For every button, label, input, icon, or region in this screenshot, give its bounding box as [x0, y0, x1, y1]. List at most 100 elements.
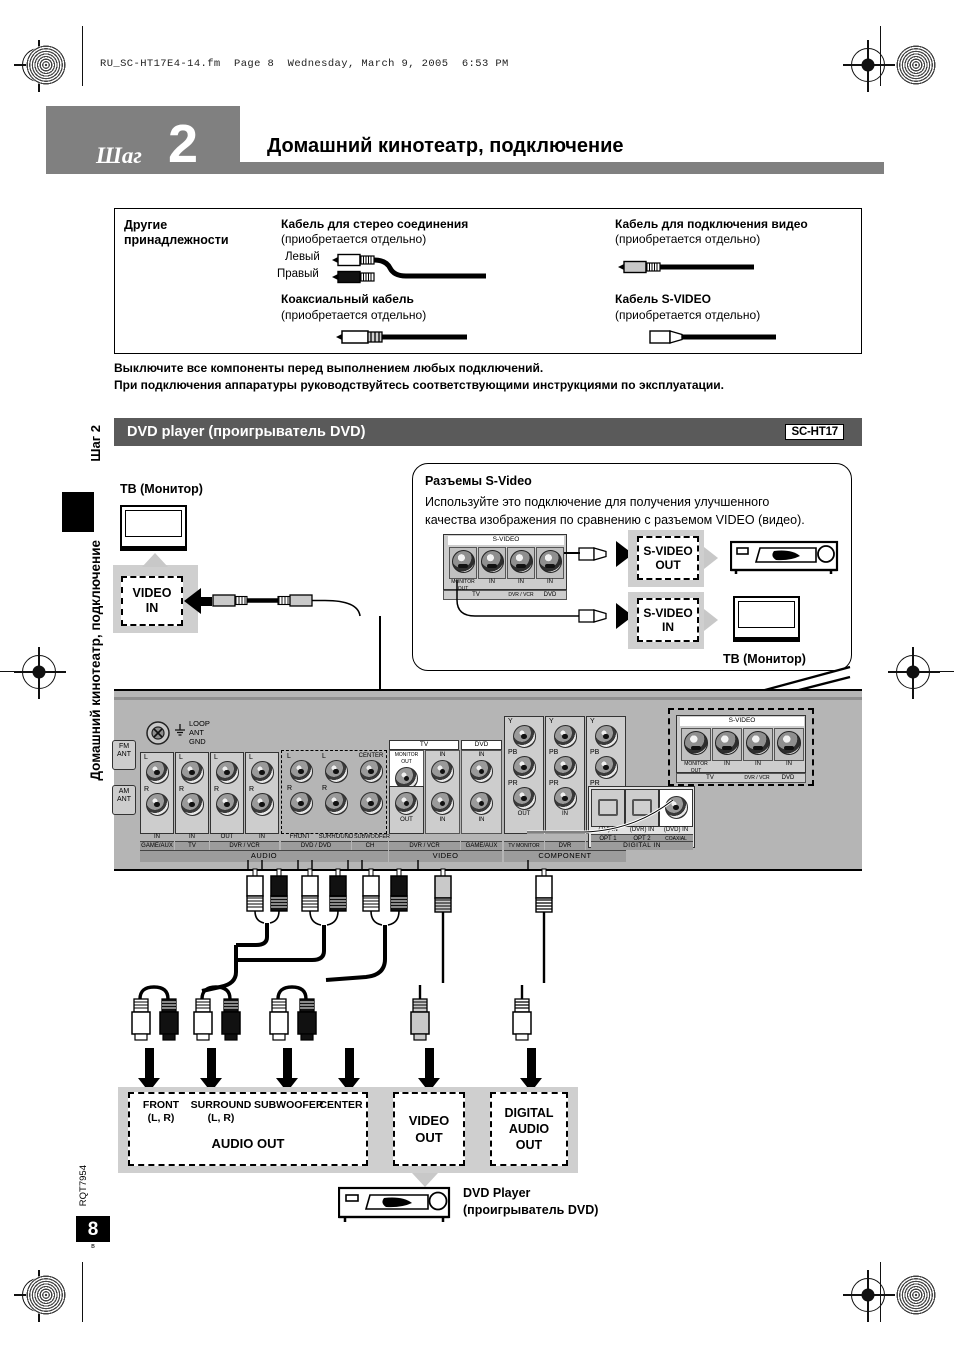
- accessory-3-sub: (приобретается отдельно): [615, 308, 761, 322]
- am-ant-label-1: AM: [118, 788, 130, 795]
- dvd-player-footer-line1: DVD Player: [463, 1186, 531, 1200]
- rear-svideo-jack-0[interactable]: [681, 728, 711, 761]
- component-2-y-jack[interactable]: [594, 725, 618, 748]
- audio-group-game-aux: L R: [140, 752, 174, 834]
- halftone-patch-bottom-left: [26, 1275, 66, 1315]
- accessory-2-sub: (приобретается отдельно): [281, 308, 427, 322]
- page-number-sub: в: [91, 1243, 95, 1250]
- rca-plug-bundle-bottom: [130, 985, 550, 1085]
- panel-top-edge: [114, 697, 862, 700]
- svideo-callout-heading: Разъемы S-Video: [425, 474, 532, 488]
- accessory-0-title: Кабель для стерео соединения: [281, 217, 469, 231]
- crop-line-left-vertical: [82, 26, 84, 86]
- component-0-y-jack[interactable]: [512, 725, 536, 748]
- crop-line-mid-right-horizontal: [930, 671, 954, 673]
- dvd-subwoofer-label: SUBWOOFER: [353, 834, 391, 840]
- audio-out-box: FRONT (L, R) SURROUND (L, R) SUBWOOFER C…: [128, 1092, 368, 1166]
- video-in-gray-arrow: [142, 553, 168, 567]
- svideo-in-line2: IN: [662, 620, 674, 634]
- loop-ant-gnd-label: LOOP ANT GND: [189, 719, 210, 746]
- ground-symbol-icon: [172, 723, 188, 742]
- halftone-patch-bottom-right: [896, 1275, 936, 1315]
- rear-svideo-jack-3[interactable]: [774, 728, 804, 761]
- coaxial-cable-plug-icon: [334, 329, 469, 350]
- audio-jack-1-l[interactable]: [180, 761, 204, 784]
- video-in-line1: VIDEO: [132, 586, 172, 600]
- video-tv-in-jack[interactable]: [431, 760, 454, 783]
- sidebar-step-label: Шаг 2: [88, 425, 103, 462]
- video-dvd-in-jack[interactable]: [470, 760, 493, 783]
- audio-jack-2-l[interactable]: [215, 761, 239, 784]
- audio-group-2-l: L: [214, 754, 218, 761]
- component-0-pb-jack[interactable]: [512, 756, 536, 779]
- audio-group-3-l: L: [249, 754, 253, 761]
- accessories-heading: Другие принадлежности: [124, 218, 274, 248]
- accessory-3-title: Кабель S-VIDEO: [615, 292, 711, 306]
- component-1-pr: PR: [549, 780, 559, 787]
- gnd-label: GND: [189, 737, 206, 746]
- digital-audio-out-box: DIGITAL AUDIO OUT: [490, 1092, 568, 1166]
- rear-svideo-group-tv: TV: [706, 775, 714, 781]
- audio-group-2-r: R: [214, 786, 220, 793]
- audio-group-1-dir: IN: [189, 834, 195, 840]
- sidebar-black-marker: [62, 492, 94, 532]
- dvd-surround-l: L: [322, 753, 326, 760]
- fm-ant-terminal: FM ANT: [112, 740, 136, 770]
- tv-monitor-icon: [120, 505, 187, 548]
- component-1-pb-jack[interactable]: [553, 756, 577, 779]
- audio-out-subwoofer-name: SUBWOOFER: [254, 1099, 324, 1111]
- accessory-0-right-label: Правый: [277, 268, 319, 280]
- dvd-front-jack-l[interactable]: [289, 760, 313, 783]
- sidebar-section-label: Домашний кинотеатр, подключение: [88, 540, 103, 781]
- halftone-patch-top-left: [26, 45, 66, 85]
- video-in-arrow-head: [184, 588, 201, 614]
- svideo-in-line1: S-VIDEO: [643, 606, 693, 620]
- component-1-y: Y: [549, 718, 554, 725]
- crop-line-mid-left-horizontal: [0, 671, 56, 673]
- audio-group-1-r: R: [179, 786, 185, 793]
- dvd-player-footer-line2: (проигрыватель DVD): [463, 1203, 599, 1217]
- audio-group-0-name: GAME/AUX: [140, 841, 174, 850]
- audio-group-1-l: L: [179, 754, 183, 761]
- audio-group-tv: L R: [175, 752, 209, 834]
- dvd-player-icon-top: [729, 539, 840, 582]
- video-tv-monitor-out-label: MONITOR OUT: [394, 752, 419, 765]
- fm-ant-label-1: FM: [118, 743, 130, 750]
- banner-step-number: 2: [168, 114, 199, 174]
- audio-jack-0-l[interactable]: [145, 761, 169, 784]
- arrow-stem-front: [145, 1048, 154, 1080]
- svideo-in-box: S-VIDEO IN: [637, 598, 699, 642]
- audio-jack-1-r[interactable]: [180, 793, 204, 816]
- audio-jack-2-r[interactable]: [215, 793, 239, 816]
- callout-tv-icon: [733, 596, 800, 639]
- component-1-y-jack[interactable]: [553, 725, 577, 748]
- svideo-out-line1: S-VIDEO: [643, 544, 693, 558]
- section-title: DVD player (проигрыватель DVD): [127, 424, 366, 440]
- dvd-center-jack[interactable]: [359, 760, 383, 783]
- video-gameaux-in-jack[interactable]: [470, 792, 493, 815]
- dvd-surround-jack-r[interactable]: [324, 792, 348, 815]
- video-dvr-out-jack[interactable]: [395, 792, 418, 815]
- component-2-pb-jack[interactable]: [594, 756, 618, 779]
- stereo-cable-wire: [372, 248, 488, 289]
- digital-out-line3: OUT: [515, 1138, 543, 1152]
- svideo-in-gray-arrow: [704, 609, 718, 631]
- video-dvd-in: IN IN: [461, 750, 502, 834]
- rear-svideo-jack-2[interactable]: [743, 728, 773, 761]
- page-number: 8: [87, 1219, 99, 1240]
- video-dvr-in-jack[interactable]: [431, 792, 454, 815]
- dvd-surround-jack-l[interactable]: [324, 760, 348, 783]
- digital-out-line2: AUDIO: [508, 1122, 550, 1136]
- dvd-front-jack-r[interactable]: [289, 792, 313, 815]
- rear-svideo-bottom-labels: TV DVR / VCR DVD: [676, 773, 806, 783]
- callout-svideo-wire-in: [455, 578, 590, 633]
- audio-jack-3-l[interactable]: [250, 761, 274, 784]
- video-out-box: VIDEO OUT: [393, 1092, 465, 1166]
- audio-group-3-r: R: [249, 786, 255, 793]
- audio-jack-0-r[interactable]: [145, 793, 169, 816]
- rear-svideo-jack-1[interactable]: [712, 728, 742, 761]
- dvd-front-l: L: [287, 753, 291, 760]
- dvd-subwoofer-jack[interactable]: [359, 792, 383, 815]
- audio-jack-3-r[interactable]: [250, 793, 274, 816]
- callout-svideo-jack-2: [507, 547, 535, 579]
